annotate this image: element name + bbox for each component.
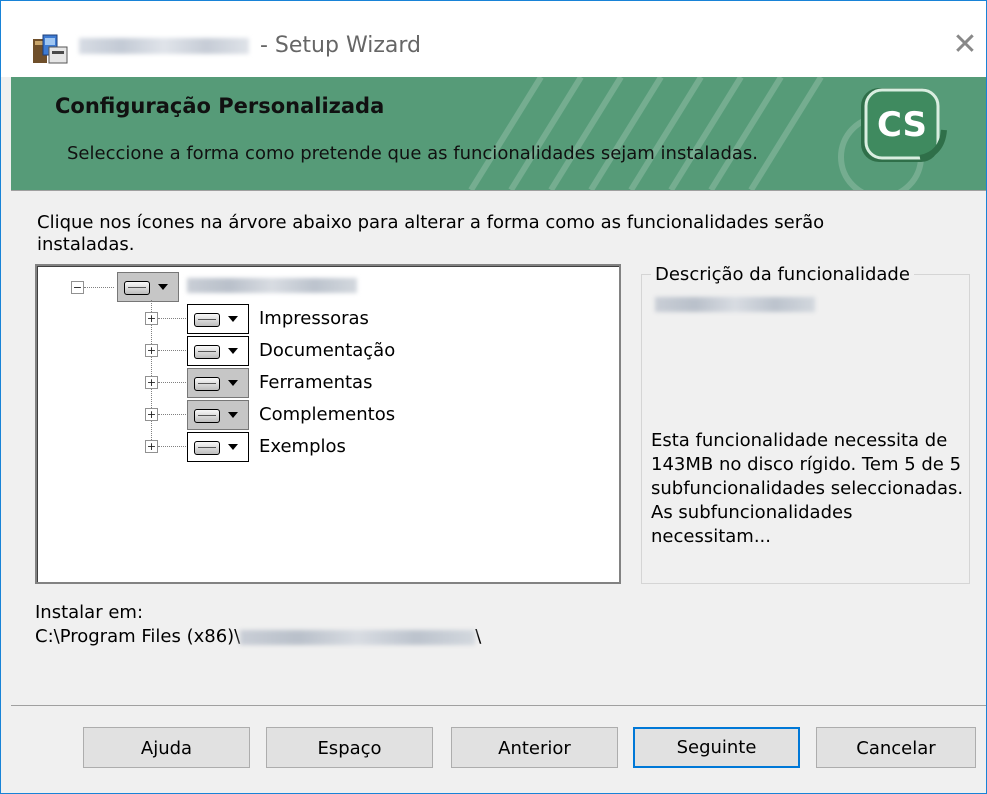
tree-connector bbox=[158, 350, 186, 351]
drive-icon bbox=[194, 377, 220, 391]
header-banner: Configuração Personalizada Seleccione a … bbox=[11, 77, 986, 190]
feature-tree[interactable]: − + Impressoras + Documentação + Ferrame… bbox=[35, 264, 621, 584]
expand-exemplos-icon[interactable]: + bbox=[145, 440, 158, 453]
header-separator bbox=[11, 190, 986, 191]
feature-description-text: Esta funcionalidade necessita de 143MB n… bbox=[651, 430, 964, 547]
tree-item-exemplos[interactable]: Exemplos bbox=[259, 436, 346, 457]
install-path-prefix: C:\Program Files (x86)\ bbox=[35, 626, 241, 647]
cancel-button[interactable]: Cancelar bbox=[816, 727, 976, 768]
logo-text: CS bbox=[877, 105, 927, 145]
title-bar[interactable]: - Setup Wizard ✕ bbox=[1, 1, 986, 77]
tree-item-complementos[interactable]: Complementos bbox=[259, 404, 395, 425]
page-subtitle: Seleccione a forma como pretende que as … bbox=[67, 143, 759, 164]
next-button[interactable]: Seguinte bbox=[633, 727, 800, 768]
dropdown-arrow-icon bbox=[228, 348, 238, 354]
feature-button-impressoras[interactable] bbox=[187, 304, 249, 334]
redacted-root-label bbox=[187, 278, 357, 293]
feature-button-documentacao[interactable] bbox=[187, 336, 249, 366]
redacted-feature-name bbox=[655, 297, 815, 312]
drive-icon bbox=[194, 409, 220, 423]
expand-ferramentas-icon[interactable]: + bbox=[145, 376, 158, 389]
collapse-root-icon[interactable]: − bbox=[71, 281, 84, 294]
dropdown-arrow-icon bbox=[228, 380, 238, 386]
expand-documentacao-icon[interactable]: + bbox=[145, 344, 158, 357]
install-location-path: C:\Program Files (x86)\ \ bbox=[35, 626, 481, 647]
window-title: - Setup Wizard bbox=[79, 33, 421, 58]
root-feature-button[interactable] bbox=[117, 272, 179, 302]
setup-wizard-window: - Setup Wizard ✕ Configuração Personaliz… bbox=[0, 0, 987, 794]
dropdown-arrow-icon bbox=[228, 444, 238, 450]
tree-item-impressoras[interactable]: Impressoras bbox=[259, 308, 369, 329]
dropdown-arrow-icon bbox=[228, 412, 238, 418]
feature-button-exemplos[interactable] bbox=[187, 432, 249, 462]
redacted-app-name bbox=[79, 38, 249, 54]
button-bar-separator bbox=[11, 705, 986, 706]
back-button[interactable]: Anterior bbox=[451, 727, 618, 768]
drive-icon bbox=[124, 281, 150, 295]
help-button[interactable]: Ajuda bbox=[83, 727, 250, 768]
window-title-suffix: - Setup Wizard bbox=[253, 33, 421, 58]
instructions-text: Clique nos ícones na árvore abaixo para … bbox=[37, 212, 825, 255]
expand-impressoras-icon[interactable]: + bbox=[145, 312, 158, 325]
redacted-install-path bbox=[240, 629, 476, 645]
drive-icon bbox=[194, 345, 220, 359]
tree-connector bbox=[158, 382, 186, 383]
tree-connector bbox=[84, 287, 114, 288]
page-heading: Configuração Personalizada bbox=[55, 94, 385, 118]
install-path-suffix: \ bbox=[475, 626, 482, 647]
tree-connector bbox=[158, 446, 186, 447]
tree-item-documentacao[interactable]: Documentação bbox=[259, 340, 395, 361]
feature-button-ferramentas[interactable] bbox=[187, 368, 249, 398]
close-button[interactable]: ✕ bbox=[949, 27, 981, 63]
feature-button-complementos[interactable] bbox=[187, 400, 249, 430]
dropdown-arrow-icon bbox=[158, 284, 168, 290]
drive-icon bbox=[194, 313, 220, 327]
installer-icon bbox=[33, 34, 68, 64]
tree-connector bbox=[158, 414, 186, 415]
install-location-label: Instalar em: bbox=[35, 602, 144, 623]
disk-space-button[interactable]: Espaço bbox=[266, 727, 433, 768]
tree-item-ferramentas[interactable]: Ferramentas bbox=[259, 372, 372, 393]
expand-complementos-icon[interactable]: + bbox=[145, 408, 158, 421]
cs-logo: CS bbox=[861, 88, 947, 162]
drive-icon bbox=[194, 441, 220, 455]
dropdown-arrow-icon bbox=[228, 316, 238, 322]
tree-connector bbox=[158, 318, 186, 319]
feature-description-legend: Descrição da funcionalidade bbox=[651, 264, 914, 285]
